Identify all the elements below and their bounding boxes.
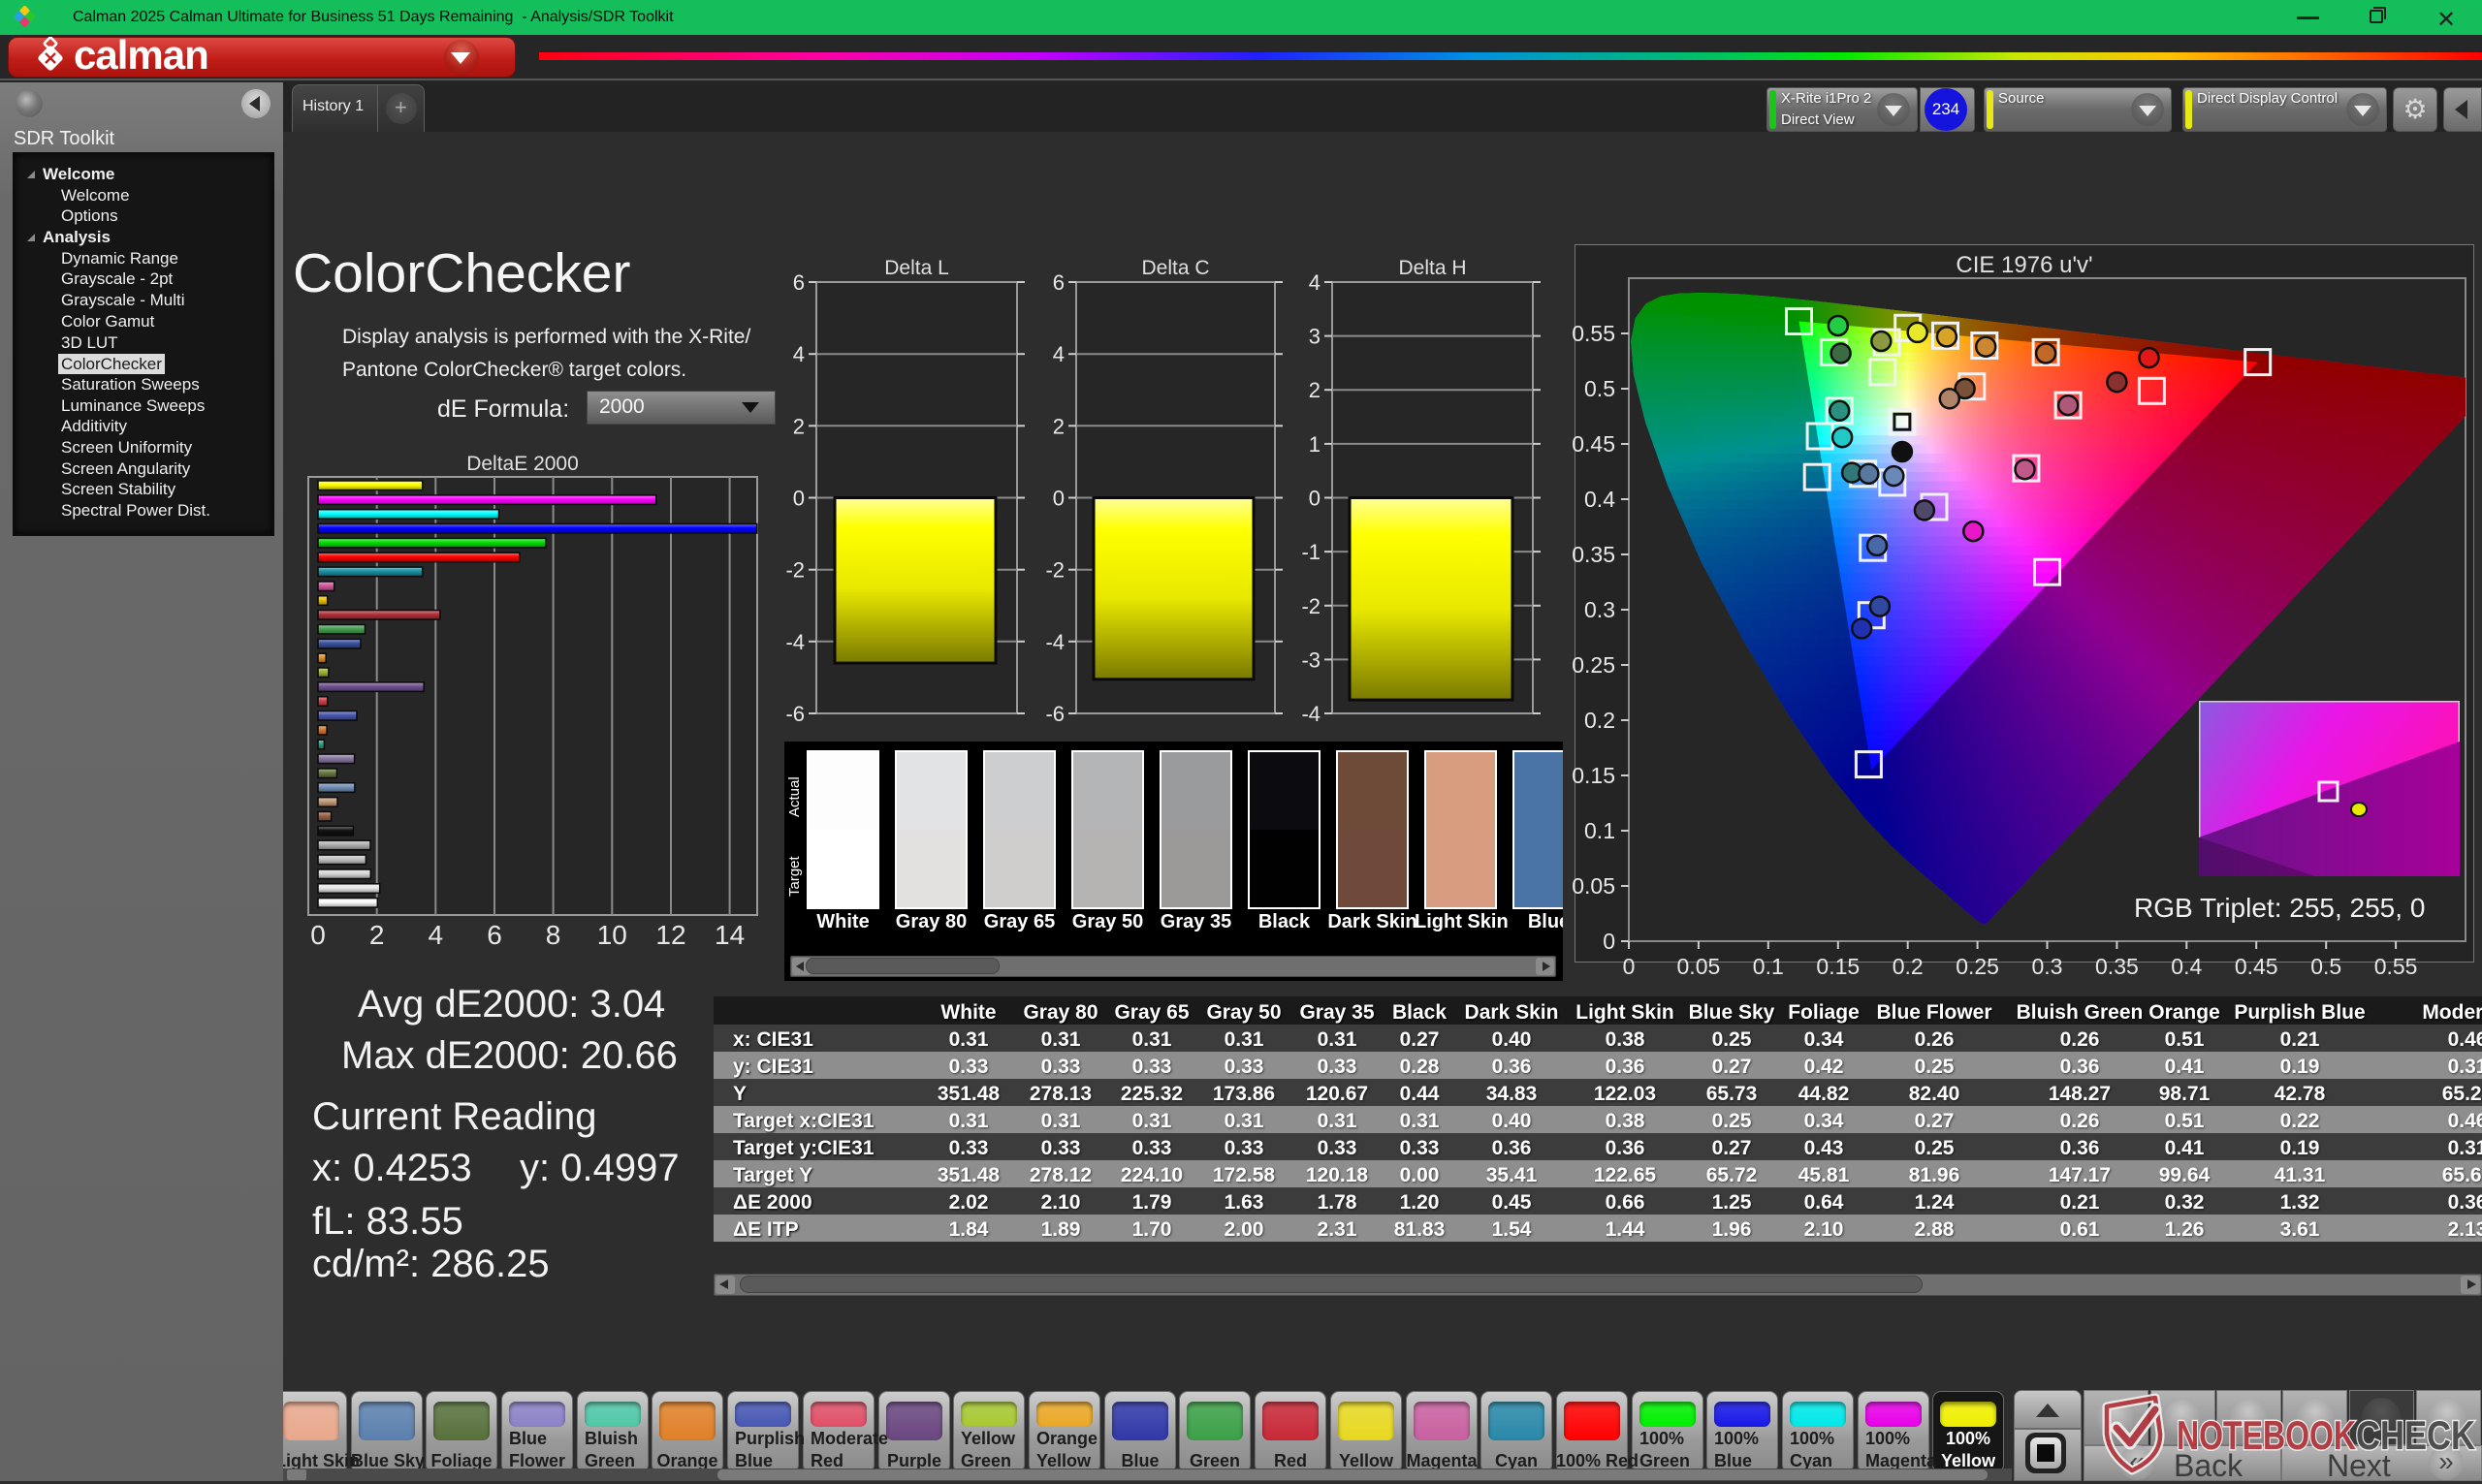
svg-text:0.55: 0.55 [2374,954,2418,979]
svg-text:0.2: 0.2 [1584,708,1615,733]
svg-text:0.35: 0.35 [2095,954,2139,979]
svg-text:0.1: 0.1 [1584,818,1615,843]
svg-text:0.3: 0.3 [1584,597,1615,622]
svg-text:0.4: 0.4 [1584,487,1615,512]
svg-text:0.4: 0.4 [2171,954,2202,979]
svg-text:0.25: 0.25 [1572,652,1615,678]
svg-text:0.25: 0.25 [1956,954,1999,979]
svg-text:0.15: 0.15 [1572,763,1615,788]
svg-text:0.05: 0.05 [1677,954,1721,979]
svg-text:0.2: 0.2 [1893,954,1924,979]
svg-text:0.45: 0.45 [2235,954,2278,979]
svg-text:NOTEBOOK: NOTEBOOK [2177,1412,2356,1458]
svg-text:0.5: 0.5 [1584,376,1615,401]
svg-text:0.45: 0.45 [1572,431,1615,457]
svg-text:0.5: 0.5 [2310,954,2341,979]
svg-text:CHECK: CHECK [2356,1412,2475,1458]
svg-text:0.35: 0.35 [1572,542,1615,567]
svg-text:0.1: 0.1 [1753,954,1784,979]
svg-text:0.15: 0.15 [1816,954,1860,979]
svg-text:0: 0 [1623,954,1636,979]
svg-text:0: 0 [1603,929,1615,954]
svg-text:0.55: 0.55 [1572,321,1615,346]
svg-text:0.05: 0.05 [1572,873,1615,899]
svg-text:0.3: 0.3 [2032,954,2063,979]
